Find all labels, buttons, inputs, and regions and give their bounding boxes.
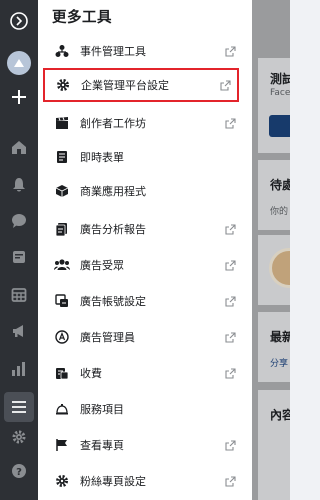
menu-item-label: 收費 bbox=[80, 367, 102, 380]
panel-title: 更多工具 bbox=[52, 10, 112, 26]
menu-item-business-apps[interactable]: 商業應用程式 bbox=[44, 174, 242, 208]
latest-card bbox=[258, 312, 290, 382]
menu-item-events-manager[interactable]: 事件管理工具 bbox=[44, 34, 242, 68]
menu-item-label: 廣告管理員 bbox=[80, 331, 135, 344]
external-link-icon bbox=[220, 439, 240, 451]
external-link-icon bbox=[215, 79, 235, 91]
pending-title: 待處 bbox=[270, 178, 290, 192]
external-link-icon bbox=[220, 367, 240, 379]
page-avatar[interactable] bbox=[0, 48, 38, 78]
menu-item-instant-forms[interactable]: 即時表單 bbox=[44, 140, 242, 174]
bell-service-icon bbox=[44, 402, 80, 416]
cube-icon bbox=[44, 184, 80, 198]
menu-item-label: 企業管理平台設定 bbox=[81, 79, 169, 92]
gear-icon bbox=[45, 78, 81, 92]
ads-manager-icon bbox=[44, 330, 80, 344]
form-icon bbox=[44, 150, 80, 164]
menu-item-creator-studio[interactable]: 創作者工作坊 bbox=[44, 106, 242, 140]
home-icon[interactable] bbox=[0, 132, 38, 162]
planner-table-icon[interactable] bbox=[0, 280, 38, 310]
content-title: 內容 bbox=[270, 408, 290, 422]
flag-icon bbox=[44, 438, 80, 452]
external-link-icon bbox=[220, 331, 240, 343]
menu-item-ad-account-settings[interactable]: 廣告帳號設定 bbox=[44, 284, 242, 318]
svg-text:?: ? bbox=[16, 467, 22, 478]
external-link-icon bbox=[220, 259, 240, 271]
people-tree-icon bbox=[44, 44, 80, 58]
audience-icon bbox=[44, 258, 80, 272]
page-primary-button[interactable] bbox=[269, 115, 290, 137]
all-tools-panel: 更多工具 事件管理工具 企業管理平台設定 創作者工作坊 即時表單 商業應用程式 … bbox=[38, 0, 288, 500]
external-link-icon bbox=[220, 45, 240, 57]
menu-item-label: 創作者工作坊 bbox=[80, 117, 146, 130]
menu-item-label: 廣告分析報告 bbox=[80, 223, 146, 236]
pending-subtitle: 你的 bbox=[270, 207, 289, 217]
menu-item-label: 粉絲專頁設定 bbox=[80, 475, 146, 488]
background-page: 測試 Face 待處 你的 最新 分享 內容 bbox=[252, 0, 290, 500]
megaphone-icon[interactable] bbox=[0, 316, 38, 346]
latest-title: 最新 bbox=[270, 330, 290, 344]
menu-item-ads-reporting[interactable]: 廣告分析報告 bbox=[44, 212, 242, 246]
menu-item-label: 查看專頁 bbox=[80, 439, 124, 452]
notifications-bell-icon[interactable] bbox=[0, 170, 38, 200]
pending-card bbox=[258, 160, 290, 230]
meta-logo-icon[interactable] bbox=[0, 6, 38, 36]
insights-bar-chart-icon[interactable] bbox=[0, 354, 38, 384]
menu-item-business-settings[interactable]: 企業管理平台設定 bbox=[43, 68, 239, 102]
page-subtitle: Face bbox=[270, 88, 290, 98]
external-link-icon bbox=[220, 295, 240, 307]
left-nav-rail: ? bbox=[0, 0, 38, 500]
billing-icon bbox=[44, 366, 80, 380]
gear-icon bbox=[44, 474, 80, 488]
menu-item-label: 廣告受眾 bbox=[80, 259, 124, 272]
settings-gear-icon[interactable] bbox=[0, 422, 38, 452]
all-tools-menu-icon[interactable] bbox=[0, 392, 38, 422]
external-link-icon bbox=[220, 223, 240, 235]
menu-item-label: 廣告帳號設定 bbox=[80, 295, 146, 308]
create-plus-icon[interactable] bbox=[0, 82, 38, 112]
menu-item-billing[interactable]: 收費 bbox=[44, 356, 242, 390]
menu-item-label: 商業應用程式 bbox=[80, 185, 146, 198]
menu-item-audiences[interactable]: 廣告受眾 bbox=[44, 248, 242, 282]
menu-item-label: 即時表單 bbox=[80, 151, 124, 164]
report-icon bbox=[44, 222, 80, 236]
menu-item-ads-manager[interactable]: 廣告管理員 bbox=[44, 320, 242, 354]
menu-item-label: 事件管理工具 bbox=[80, 45, 146, 58]
external-link-icon bbox=[220, 475, 240, 487]
messages-icon[interactable] bbox=[0, 206, 38, 236]
external-link-icon bbox=[220, 117, 240, 129]
menu-item-view-page[interactable]: 查看專頁 bbox=[44, 428, 242, 462]
share-link[interactable]: 分享 bbox=[270, 356, 288, 369]
ad-account-icon bbox=[44, 294, 80, 308]
content-icon[interactable] bbox=[0, 242, 38, 272]
menu-item-label: 服務項目 bbox=[80, 403, 124, 416]
page-name: 測試 bbox=[270, 72, 290, 86]
menu-item-page-settings[interactable]: 粉絲專頁設定 bbox=[44, 464, 242, 498]
menu-item-services[interactable]: 服務項目 bbox=[44, 392, 242, 426]
clapperboard-icon bbox=[44, 116, 80, 130]
help-icon[interactable]: ? bbox=[0, 456, 38, 486]
